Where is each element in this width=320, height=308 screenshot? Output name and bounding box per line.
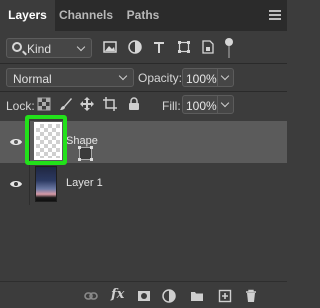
layers-bottom-toolbar: fx	[0, 281, 287, 308]
chevron-down-icon	[76, 42, 86, 52]
visibility-eye-icon[interactable]	[10, 136, 22, 148]
type-filter-icon[interactable]	[152, 40, 166, 54]
opacity-label: Opacity:	[138, 71, 183, 85]
group-folder-icon[interactable]	[190, 289, 204, 303]
fill-label: Fill:	[162, 99, 181, 113]
tab-layers[interactable]: Layers	[0, 0, 55, 31]
filter-kind-label: Kind	[27, 42, 52, 56]
layer-name[interactable]: Layer 1	[66, 177, 103, 189]
lock-label: Lock:	[6, 99, 35, 113]
shape-filter-icon[interactable]	[177, 40, 191, 54]
trash-icon[interactable]	[244, 289, 258, 303]
tab-paths[interactable]: Paths	[117, 0, 169, 31]
opacity-value: 100%	[186, 72, 217, 86]
divider	[0, 91, 287, 92]
smart-object-filter-icon[interactable]	[201, 40, 215, 54]
panel-tab-bar: Layers Channels Paths	[0, 0, 287, 31]
fx-icon[interactable]: fx	[111, 287, 124, 302]
blend-mode-value: Normal	[13, 72, 52, 86]
blend-mode-select[interactable]: Normal	[6, 68, 134, 87]
adjustment-filter-icon[interactable]	[128, 40, 142, 54]
layer-name[interactable]: Shape	[66, 135, 98, 147]
filter-toggle-icon[interactable]	[225, 38, 233, 59]
filter-kind-select[interactable]: Kind	[6, 38, 92, 58]
shape-layer-icon	[78, 146, 93, 161]
panel-menu-icon[interactable]	[269, 10, 281, 20]
chevron-down-icon[interactable]	[220, 98, 230, 108]
lock-position-icon[interactable]	[80, 97, 94, 111]
lock-all-icon[interactable]	[127, 97, 141, 111]
opacity-field[interactable]: 100%	[182, 68, 234, 87]
lock-transparent-pixels-icon[interactable]	[37, 97, 51, 111]
layer-row-layer-1[interactable]: Layer 1	[0, 163, 287, 205]
new-layer-icon[interactable]	[218, 289, 232, 303]
visibility-eye-icon[interactable]	[10, 178, 22, 190]
tab-channels[interactable]: Channels	[55, 0, 117, 31]
adjustment-layer-icon[interactable]	[162, 289, 176, 303]
layer-row-shape[interactable]: Shape	[0, 121, 287, 163]
divider	[0, 63, 287, 64]
search-icon	[12, 42, 22, 52]
layers-list: Shape Layer 1	[0, 121, 287, 281]
link-layers-icon[interactable]	[84, 289, 98, 303]
layer-thumbnail[interactable]	[34, 122, 93, 161]
fill-field[interactable]: 100%	[182, 95, 234, 114]
lock-artboard-icon[interactable]	[103, 97, 117, 111]
chevron-down-icon[interactable]	[220, 71, 230, 81]
fill-value: 100%	[186, 99, 217, 113]
layer-mask-icon[interactable]	[137, 289, 151, 303]
chevron-down-icon	[118, 71, 128, 81]
layer-thumbnail[interactable]	[35, 166, 57, 202]
lock-image-pixels-icon[interactable]	[59, 97, 73, 111]
image-filter-icon[interactable]	[103, 40, 117, 54]
